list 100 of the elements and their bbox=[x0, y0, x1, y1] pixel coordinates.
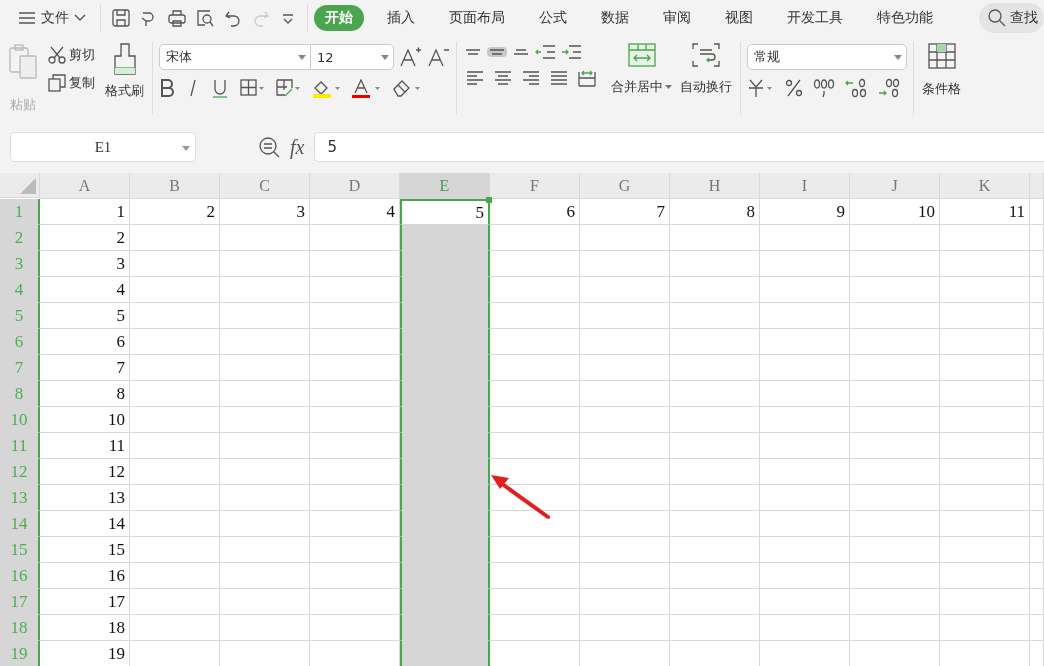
column-header[interactable]: G bbox=[580, 173, 670, 199]
ribbon-tab[interactable]: 开发工具 bbox=[776, 5, 854, 31]
name-box[interactable]: E1 bbox=[10, 132, 196, 162]
triangle-icon bbox=[20, 178, 36, 194]
file-menu[interactable]: 文件 bbox=[0, 3, 94, 33]
conditional-format-button[interactable]: 条件格 bbox=[920, 38, 963, 102]
table-cell: 5 bbox=[40, 303, 130, 329]
row-header[interactable]: 12 bbox=[0, 459, 40, 485]
search-button[interactable]: 查找 bbox=[979, 3, 1044, 33]
table-cell: 11 bbox=[940, 199, 1030, 225]
align-right-icon[interactable] bbox=[521, 68, 541, 88]
copy-icon bbox=[48, 74, 66, 92]
justify-icon[interactable] bbox=[549, 68, 569, 88]
increase-font-icon[interactable] bbox=[398, 46, 422, 68]
currency-icon[interactable] bbox=[747, 78, 775, 98]
cut-button[interactable]: 剪切 bbox=[46, 44, 97, 66]
row-header[interactable]: 4 bbox=[0, 277, 40, 303]
indent-icon[interactable] bbox=[561, 42, 583, 62]
column-header[interactable]: H bbox=[670, 173, 760, 199]
percent-icon[interactable] bbox=[784, 78, 804, 98]
table-cell: 17 bbox=[40, 589, 130, 615]
number-format-select[interactable]: 常规 bbox=[747, 44, 907, 70]
print-icon[interactable] bbox=[167, 8, 187, 28]
wrap-text-button[interactable]: 自动换行 bbox=[678, 38, 734, 100]
ribbon-tab[interactable]: 特色功能 bbox=[866, 5, 944, 31]
table-cell: 8 bbox=[670, 199, 760, 225]
vertical-align-button[interactable] bbox=[463, 47, 483, 57]
row-header[interactable]: 5 bbox=[0, 303, 40, 329]
column-header[interactable]: D bbox=[310, 173, 400, 199]
font-size-select[interactable]: 12 bbox=[310, 44, 394, 70]
row-header[interactable]: 8 bbox=[0, 381, 40, 407]
column-header[interactable]: K bbox=[940, 173, 1030, 199]
eraser-icon[interactable] bbox=[391, 78, 421, 98]
row-header[interactable]: 7 bbox=[0, 355, 40, 381]
row-header[interactable]: 16 bbox=[0, 563, 40, 589]
column-header[interactable]: A bbox=[40, 173, 130, 199]
cell-style-icon[interactable] bbox=[275, 78, 301, 98]
copy-button[interactable]: 复制 bbox=[46, 72, 97, 94]
ribbon-tab[interactable]: 页面布局 bbox=[438, 5, 516, 31]
table-cell: 13 bbox=[40, 485, 130, 511]
column-header[interactable]: I bbox=[760, 173, 850, 199]
ribbon-tab[interactable]: 公式 bbox=[528, 5, 578, 31]
bold-icon[interactable] bbox=[159, 78, 175, 98]
distribute-icon[interactable] bbox=[577, 68, 597, 88]
row-header[interactable]: 17 bbox=[0, 589, 40, 615]
print-preview-icon[interactable] bbox=[195, 8, 215, 28]
function-button[interactable]: fx bbox=[290, 135, 305, 159]
row-header[interactable]: 1 bbox=[0, 199, 40, 225]
table-cell: 9 bbox=[760, 199, 850, 225]
align-center-icon[interactable] bbox=[493, 68, 513, 88]
font-color-icon[interactable] bbox=[351, 78, 381, 98]
table-cell bbox=[1030, 433, 1044, 459]
column-header[interactable]: C bbox=[220, 173, 310, 199]
row-header[interactable]: 14 bbox=[0, 511, 40, 537]
ribbon-tab[interactable]: 审阅 bbox=[652, 5, 702, 31]
borders-icon[interactable] bbox=[239, 78, 265, 98]
save-icon[interactable] bbox=[111, 8, 131, 28]
outdent-icon[interactable] bbox=[535, 42, 557, 62]
row-header[interactable]: 2 bbox=[0, 225, 40, 251]
vertical-align-button[interactable] bbox=[487, 47, 507, 57]
row-header[interactable]: 10 bbox=[0, 407, 40, 433]
table-cell: 3 bbox=[40, 251, 130, 277]
decrease-font-icon[interactable] bbox=[426, 46, 450, 68]
row-header[interactable]: 3 bbox=[0, 251, 40, 277]
merge-center-button[interactable]: 合并居中 bbox=[609, 38, 674, 100]
ribbon-tab[interactable]: 视图 bbox=[714, 5, 764, 31]
formula-field[interactable]: 5 bbox=[314, 132, 1044, 162]
table-cell bbox=[1030, 407, 1044, 433]
column-header[interactable]: B bbox=[130, 173, 220, 199]
row-header[interactable]: 15 bbox=[0, 537, 40, 563]
underline-icon[interactable] bbox=[211, 78, 229, 98]
row-header[interactable]: 19 bbox=[0, 641, 40, 666]
row-header[interactable]: 6 bbox=[0, 329, 40, 355]
table-cell: 19 bbox=[40, 641, 130, 666]
table-cell: 18 bbox=[40, 615, 130, 641]
zoom-icon[interactable] bbox=[258, 136, 280, 158]
align-icon bbox=[489, 49, 505, 55]
thousands-icon[interactable] bbox=[813, 78, 835, 98]
font-select[interactable]: 宋体 bbox=[159, 44, 311, 70]
row-header[interactable]: 18 bbox=[0, 615, 40, 641]
decrease-decimal-icon[interactable] bbox=[877, 78, 901, 98]
vertical-align-button[interactable] bbox=[511, 47, 531, 57]
table-cell bbox=[1030, 225, 1044, 251]
table-cell bbox=[1030, 199, 1044, 225]
ribbon-tab[interactable]: 插入 bbox=[376, 5, 426, 31]
ribbon-tab[interactable]: 数据 bbox=[590, 5, 640, 31]
column-header[interactable]: E bbox=[400, 173, 490, 199]
row-header[interactable]: 13 bbox=[0, 485, 40, 511]
increase-decimal-icon[interactable] bbox=[844, 78, 868, 98]
merge-cells-icon bbox=[626, 42, 657, 68]
table-cell bbox=[1030, 381, 1044, 407]
column-header[interactable]: F bbox=[490, 173, 580, 199]
row-header[interactable]: 11 bbox=[0, 433, 40, 459]
align-left-icon[interactable] bbox=[465, 68, 485, 88]
table-cell bbox=[1030, 537, 1044, 563]
format-painter-button[interactable]: 格式刷 bbox=[103, 38, 146, 104]
table-cell bbox=[1030, 355, 1044, 381]
ribbon-tab[interactable]: 开始 bbox=[314, 5, 364, 31]
table-cell: 16 bbox=[40, 563, 130, 589]
column-header[interactable]: J bbox=[850, 173, 940, 199]
